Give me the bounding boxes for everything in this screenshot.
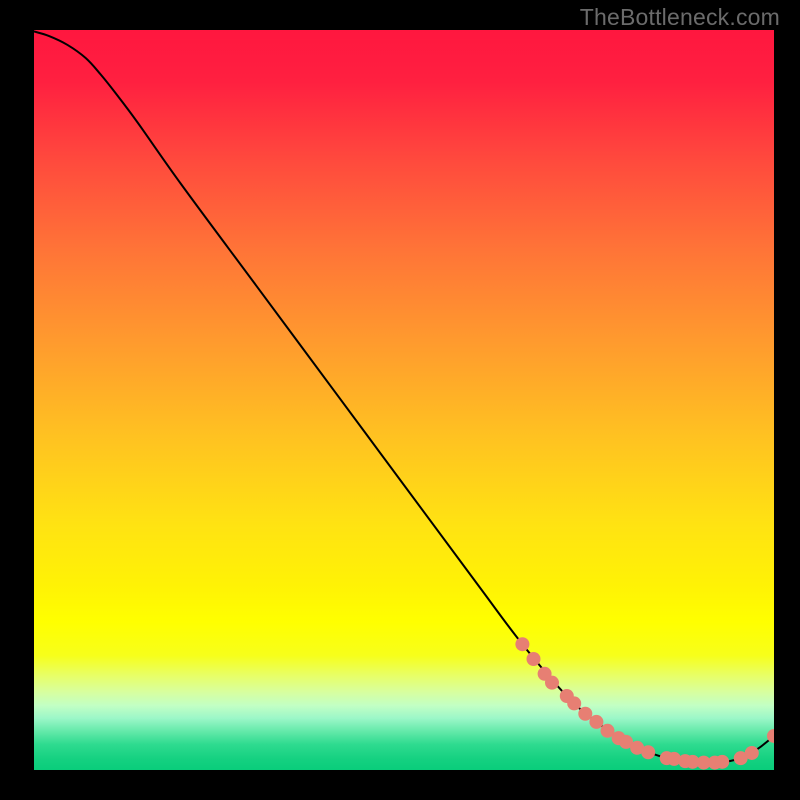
watermark-text: TheBottleneck.com — [580, 4, 780, 31]
plot-area — [34, 30, 774, 770]
marker-point — [715, 755, 729, 769]
chart-svg — [34, 30, 774, 770]
marker-point — [515, 637, 529, 651]
marker-point — [527, 652, 541, 666]
marker-point — [545, 676, 559, 690]
marker-point — [641, 745, 655, 759]
chart-stage: TheBottleneck.com — [0, 0, 800, 800]
marker-point — [567, 696, 581, 710]
marker-point — [745, 746, 759, 760]
marker-point — [589, 715, 603, 729]
gradient-background — [34, 30, 774, 770]
